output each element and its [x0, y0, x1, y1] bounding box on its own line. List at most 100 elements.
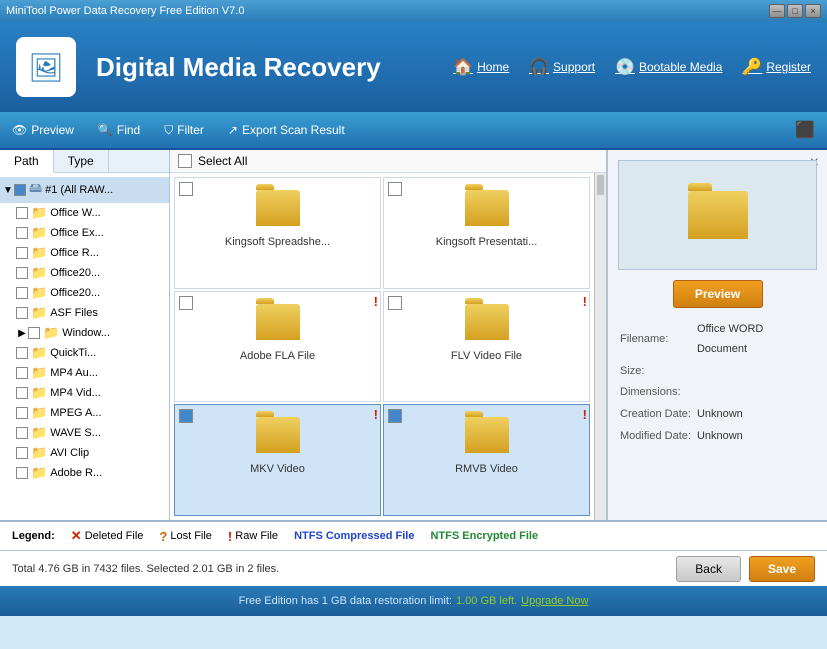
nav-bootable[interactable]: 💿 Bootable Media	[615, 57, 722, 77]
tab-type[interactable]: Type	[54, 150, 109, 172]
file-icon-3	[463, 298, 511, 346]
file-item-1[interactable]: Kingsoft Presentati...	[383, 177, 590, 289]
find-button[interactable]: 🔍 Find	[98, 123, 140, 137]
tree-item-3[interactable]: 📁 Office20...	[0, 263, 169, 283]
folder-shape-1	[465, 190, 509, 226]
folder-icon-10: 📁	[31, 405, 47, 421]
lost-icon: ?	[159, 529, 167, 544]
tree-item-13[interactable]: 📁 Adobe R...	[0, 463, 169, 483]
file-item-3[interactable]: ! FLV Video File	[383, 291, 590, 403]
tree-checkbox-4[interactable]	[16, 287, 28, 299]
tree-item-1[interactable]: 📁 Office Ex...	[0, 223, 169, 243]
tree-label-4: Office20...	[50, 287, 100, 299]
share-icon: ⬛	[795, 122, 815, 139]
folder-shape-2	[256, 304, 300, 340]
tree-item-9[interactable]: 📁 MP4 Vid...	[0, 383, 169, 403]
legend-title: Legend:	[12, 530, 55, 542]
filter-button[interactable]: ⛉ Filter	[164, 123, 204, 138]
upgrade-link[interactable]: Upgrade Now	[521, 595, 588, 607]
tree-item-5[interactable]: 📁 ASF Files	[0, 303, 169, 323]
folder-icon-3: 📁	[31, 265, 47, 281]
tree-item-10[interactable]: 📁 MPEG A...	[0, 403, 169, 423]
file-checkbox-4[interactable]	[179, 409, 193, 423]
maximize-button[interactable]: □	[787, 4, 803, 18]
tree-checkbox-7[interactable]	[16, 347, 28, 359]
tree-checkbox-12[interactable]	[16, 447, 28, 459]
file-scrollbar[interactable]	[594, 173, 606, 520]
tree-item-root[interactable]: ▼ 🖴 #1 (All RAW...	[0, 177, 169, 203]
save-button[interactable]: Save	[749, 556, 815, 582]
tree-checkbox-0[interactable]	[16, 207, 28, 219]
register-icon: 🔑	[742, 57, 762, 77]
deleted-label: Deleted File	[85, 530, 144, 542]
tree-container[interactable]: ▼ 🖴 #1 (All RAW... 📁 Office W... 📁 Offic…	[0, 173, 169, 520]
file-item-0[interactable]: Kingsoft Spreadshe...	[174, 177, 381, 289]
nav-home[interactable]: 🏠 Home	[453, 57, 509, 77]
tree-checkbox-root[interactable]	[14, 184, 26, 196]
dimensions-value	[693, 383, 815, 403]
export-button[interactable]: ↗ Export Scan Result	[228, 123, 345, 137]
folder-icon-0: 📁	[31, 205, 47, 221]
tree-checkbox-6[interactable]	[28, 327, 40, 339]
detail-size-row: Size:	[620, 362, 815, 382]
preview-button[interactable]: 👁 Preview	[12, 123, 74, 137]
raw-icon: !	[228, 529, 232, 544]
header: 🖼 Digital Media Recovery 🏠 Home 🎧 Suppor…	[0, 22, 827, 112]
tab-path[interactable]: Path	[0, 150, 54, 173]
raw-indicator-5: !	[583, 407, 587, 422]
tree-item-6[interactable]: ▶ 📁 Window...	[0, 323, 169, 343]
legend-bar: Legend: ✕ Deleted File ? Lost File ! Raw…	[0, 520, 827, 550]
back-button[interactable]: Back	[676, 556, 741, 582]
file-checkbox-0[interactable]	[179, 182, 193, 196]
scrollbar-thumb[interactable]	[597, 175, 604, 195]
raw-indicator-4: !	[374, 407, 378, 422]
tree-checkbox-2[interactable]	[16, 247, 28, 259]
status-bar: Total 4.76 GB in 7432 files. Selected 2.…	[0, 550, 827, 586]
tree-item-12[interactable]: 📁 AVI Clip	[0, 443, 169, 463]
file-checkbox-3[interactable]	[388, 296, 402, 310]
tree-checkbox-11[interactable]	[16, 427, 28, 439]
folder-icon-12: 📁	[31, 445, 47, 461]
toolbar-right-icon[interactable]: ⬛	[795, 120, 815, 140]
raw-indicator-2: !	[374, 294, 378, 309]
nav-register[interactable]: 🔑 Register	[742, 57, 811, 77]
tree-checkbox-1[interactable]	[16, 227, 28, 239]
file-item-5[interactable]: ! RMVB Video	[383, 404, 590, 516]
folder-icon-11: 📁	[31, 425, 47, 441]
tree-label-5: ASF Files	[50, 307, 98, 319]
tabs-header: Path Type	[0, 150, 169, 173]
file-panel: Select All Kingsoft Spreadshe...	[170, 150, 607, 520]
file-name-3: FLV Video File	[451, 350, 522, 362]
tree-item-7[interactable]: 📁 QuickTi...	[0, 343, 169, 363]
tree-checkbox-10[interactable]	[16, 407, 28, 419]
tree-checkbox-5[interactable]	[16, 307, 28, 319]
tree-item-11[interactable]: 📁 WAVE S...	[0, 423, 169, 443]
file-checkbox-5[interactable]	[388, 409, 402, 423]
folder-icon-13: 📁	[31, 465, 47, 481]
file-item-2[interactable]: ! Adobe FLA File	[174, 291, 381, 403]
tree-item-2[interactable]: 📁 Office R...	[0, 243, 169, 263]
creation-value: Unknown	[693, 405, 815, 425]
tree-item-8[interactable]: 📁 MP4 Au...	[0, 363, 169, 383]
tree-label-8: MP4 Au...	[50, 367, 98, 379]
file-checkbox-2[interactable]	[179, 296, 193, 310]
tree-checkbox-3[interactable]	[16, 267, 28, 279]
file-checkbox-1[interactable]	[388, 182, 402, 196]
file-icon-5	[463, 411, 511, 459]
modified-label: Modified Date:	[620, 427, 691, 447]
nav-support[interactable]: 🎧 Support	[529, 57, 595, 77]
tree-item-4[interactable]: 📁 Office20...	[0, 283, 169, 303]
close-button[interactable]: ×	[805, 4, 821, 18]
folder-icon-1: 📁	[31, 225, 47, 241]
deleted-icon: ✕	[71, 528, 82, 544]
tree-checkbox-13[interactable]	[16, 467, 28, 479]
tree-item-0[interactable]: 📁 Office W...	[0, 203, 169, 223]
file-item-4[interactable]: ! MKV Video	[174, 404, 381, 516]
minimize-button[interactable]: —	[769, 4, 785, 18]
preview-label: Preview	[31, 123, 74, 137]
select-all-checkbox[interactable]	[178, 154, 192, 168]
tree-checkbox-9[interactable]	[16, 387, 28, 399]
footer-gb-left: 1.00 GB left.	[456, 595, 517, 607]
preview-action-button[interactable]: Preview	[673, 280, 763, 308]
tree-checkbox-8[interactable]	[16, 367, 28, 379]
